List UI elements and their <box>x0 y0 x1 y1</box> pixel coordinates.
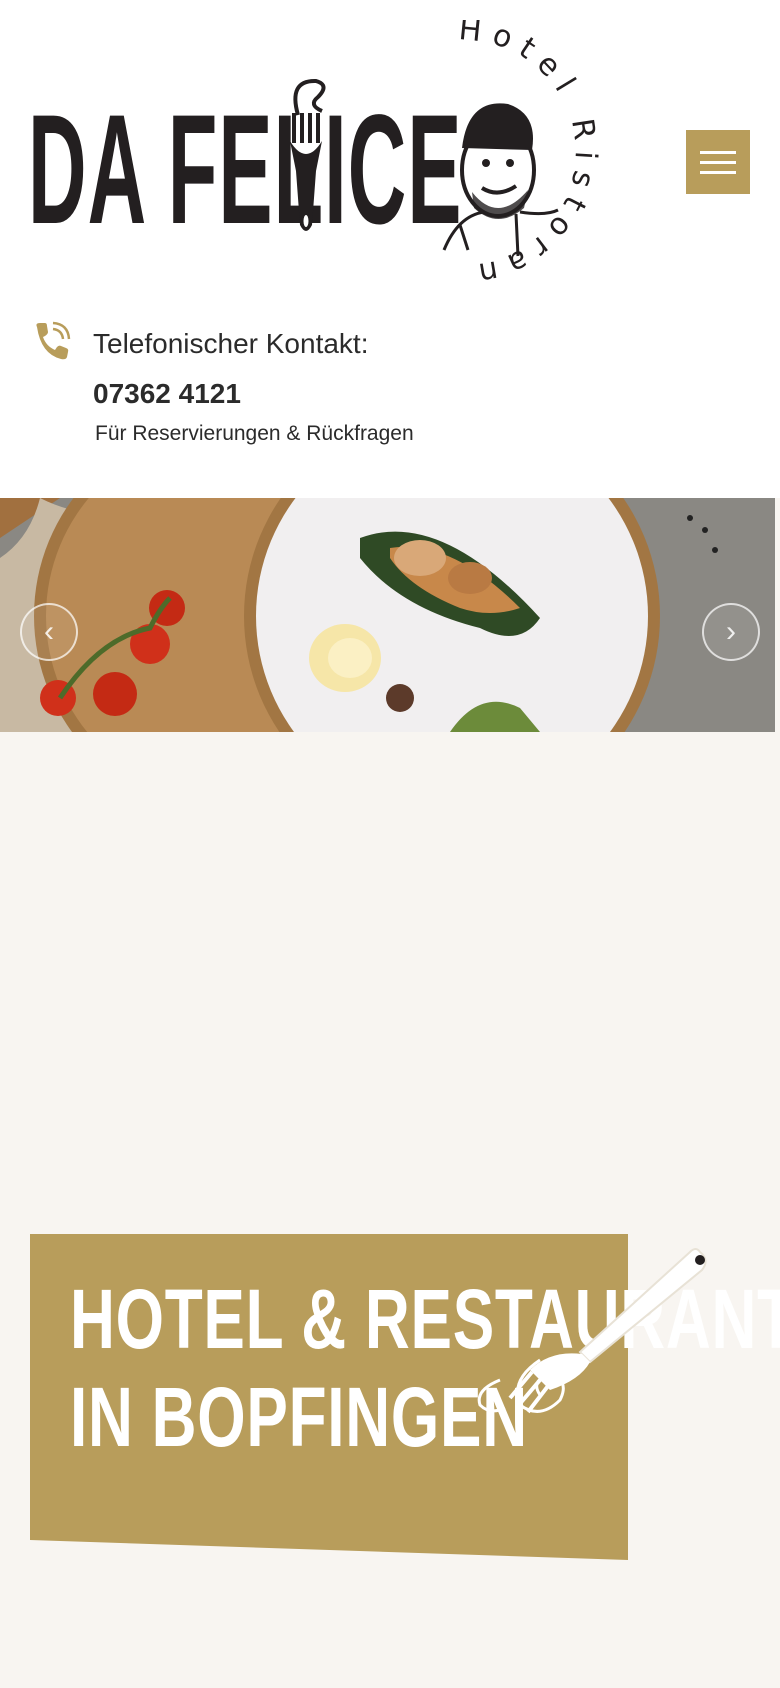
chef-portrait-icon: Hotel Ristorante <box>438 20 593 293</box>
site-header: DA FELICE Hotel Ristoran te <box>0 0 780 498</box>
site-logo[interactable]: DA FELICE Hotel Ristorante <box>28 20 628 300</box>
phone-icon <box>36 321 71 360</box>
slide-image <box>0 498 775 732</box>
contact-label: Telefonischer Kontakt: <box>93 328 369 359</box>
chevron-left-icon: ‹ <box>44 615 54 648</box>
phone-number-link[interactable]: 07362 4121 <box>93 378 241 410</box>
fork-icon <box>290 78 326 231</box>
fork-decoration-icon <box>477 1248 707 1414</box>
contact-subtitle: Für Reservierungen & Rückfragen <box>95 422 414 445</box>
chevron-right-icon: › <box>726 615 736 648</box>
menu-button[interactable] <box>686 130 750 194</box>
hamburger-menu-icon <box>700 151 736 154</box>
slider-prev-button[interactable]: ‹ <box>20 603 78 661</box>
image-slider[interactable]: ‹ › <box>0 498 775 732</box>
slider-next-button[interactable]: › <box>702 603 760 661</box>
logo-wordmark: DA FELICE <box>28 83 463 257</box>
